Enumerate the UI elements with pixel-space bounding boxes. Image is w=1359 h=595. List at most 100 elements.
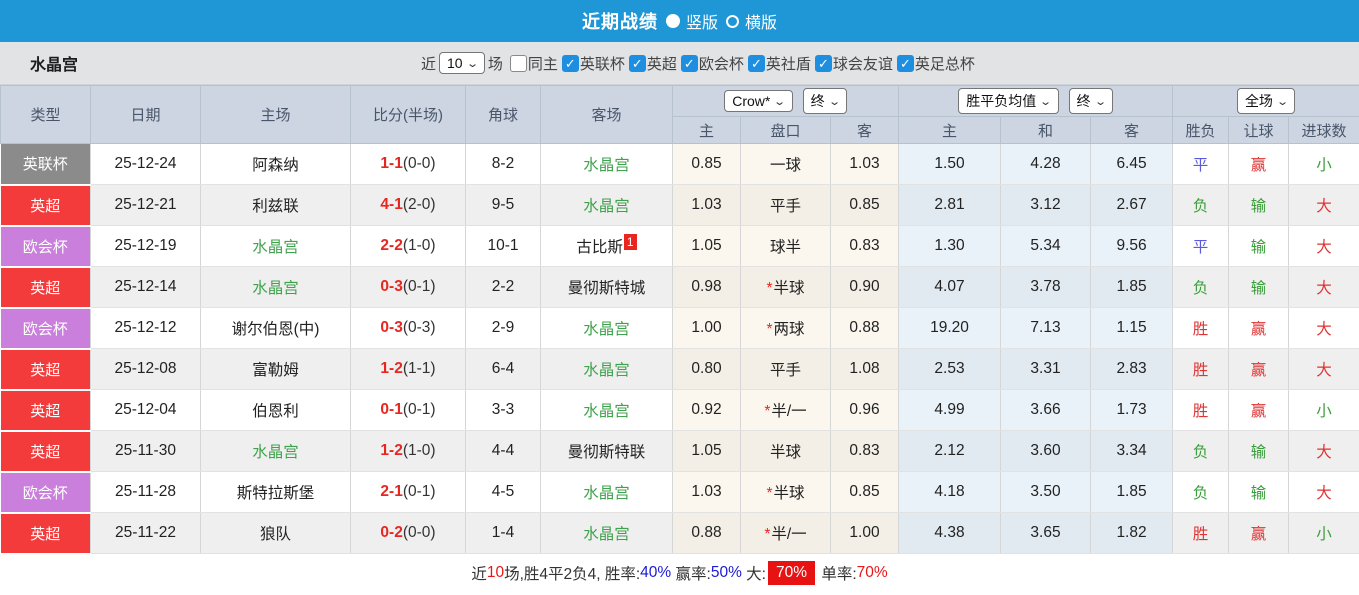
home-team-link[interactable]: 阿森纳 — [200, 143, 351, 185]
odds-company-select[interactable]: Crow* ⌄ — [724, 90, 793, 112]
handicap-home-odds: 0.88 — [672, 512, 741, 554]
checkbox-label[interactable]: 欧会杯 — [699, 53, 744, 74]
checkbox-checked-icon[interactable]: ✓ — [628, 54, 646, 72]
matches-label: 场 — [487, 55, 503, 73]
handicap-line: 半球 — [740, 430, 831, 472]
away-team-link[interactable]: 水晶宫 — [540, 348, 673, 390]
corner-score: 3-3 — [465, 389, 541, 431]
away-team-link[interactable]: 曼彻斯特联 — [540, 430, 673, 472]
radio-horizontal-layout[interactable]: 横版 — [726, 9, 777, 33]
league-type-badge: 英超 — [0, 390, 90, 430]
home-team-link[interactable]: 狼队 — [200, 512, 351, 554]
subcol-wdl: 胜负 — [1172, 116, 1230, 144]
col-header-away: 客场 — [540, 85, 673, 144]
league-type-cell: 英超 — [0, 348, 91, 391]
halftime-score: (0-0) — [402, 155, 436, 172]
filter-checkbox-球会友谊[interactable]: ✓ 球会友谊 — [811, 53, 893, 74]
home-team-link[interactable]: 谢尔伯恩(中) — [200, 307, 351, 349]
checkbox-label[interactable]: 英联杯 — [580, 53, 625, 74]
radio-vertical-layout[interactable]: 竖版 — [665, 9, 718, 33]
filter-checkbox-同主[interactable]: ✓同主 — [506, 53, 558, 74]
page-title: 近期战绩 — [581, 12, 658, 32]
win-odds: 2.12 — [898, 430, 1002, 472]
checkbox-checked-icon[interactable]: ✓ — [680, 54, 698, 72]
home-team-link[interactable]: 伯恩利 — [200, 389, 351, 431]
checkbox-checked-icon[interactable]: ✓ — [747, 54, 765, 72]
handicap-home-odds: 1.03 — [672, 471, 741, 513]
checkbox-unchecked-icon[interactable]: ✓ — [509, 54, 527, 72]
handicap-result: 输 — [1228, 430, 1290, 472]
checkbox-label[interactable]: 英超 — [647, 53, 677, 74]
corner-score: 4-5 — [465, 471, 541, 513]
home-team-link[interactable]: 水晶宫 — [200, 430, 351, 472]
win-odds: 1.50 — [898, 143, 1002, 185]
checkbox-label[interactable]: 球会友谊 — [833, 53, 893, 74]
home-team-link[interactable]: 斯特拉斯堡 — [200, 471, 351, 513]
home-team-link[interactable]: 水晶宫 — [200, 266, 351, 308]
footer-stat: 赢率: — [671, 566, 711, 583]
table-row: 英超 25-12-21 利兹联 4-1(2-0) 9-5 水晶宫 1.03 平手… — [0, 184, 1359, 227]
chevron-down-icon: ⌄ — [465, 57, 479, 70]
league-type-cell: 英超 — [0, 512, 91, 555]
results-table: 类型 日期 主场 比分(半场) 角球 客场 Crow* ⌄ 终 ⌄ 胜平负均值 … — [0, 85, 1359, 555]
handicap-dropdown-group: Crow* ⌄ 终 ⌄ — [671, 85, 900, 117]
lose-odds: 6.45 — [1090, 143, 1174, 185]
away-team-link[interactable]: 水晶宫 — [540, 389, 673, 431]
league-type-badge: 欧会杯 — [0, 472, 90, 512]
wdl-source-select[interactable]: 胜平负均值 ⌄ — [958, 88, 1059, 114]
radio-vertical-label[interactable]: 竖版 — [686, 9, 718, 33]
checkbox-checked-icon[interactable]: ✓ — [896, 54, 914, 72]
radio-horizontal-label[interactable]: 横版 — [745, 9, 777, 33]
halftime-score: (1-0) — [402, 442, 436, 459]
away-team-link[interactable]: 古比斯 1 — [540, 225, 673, 267]
filter-checkbox-英联杯[interactable]: ✓ 英联杯 — [558, 53, 625, 74]
away-team-link[interactable]: 曼彻斯特城 — [540, 266, 673, 308]
win-odds: 19.20 — [898, 307, 1002, 349]
handicap-home-odds: 1.03 — [672, 184, 741, 226]
radio-selected-icon[interactable] — [665, 14, 680, 28]
handicap-result: 赢 — [1228, 307, 1290, 349]
league-type-cell: 英超 — [0, 266, 91, 309]
filter-bar: 水晶宫 近 10 ⌄ 场 ✓同主✓英联杯✓英超✓欧会杯✓英社盾✓球会友谊✓英足总… — [0, 42, 1359, 85]
handicap-line: 平手 — [740, 348, 831, 390]
handicap-line: 平手 — [740, 184, 831, 226]
home-team-link[interactable]: 富勒姆 — [200, 348, 351, 390]
match-date: 25-12-19 — [90, 225, 201, 267]
away-team-link[interactable]: 水晶宫 — [540, 184, 673, 226]
checkbox-checked-icon[interactable]: ✓ — [814, 54, 832, 72]
checkbox-label[interactable]: 同主 — [528, 53, 558, 74]
footer-stat: 40% — [640, 564, 672, 581]
handicap-away-odds: 0.85 — [830, 184, 900, 226]
away-team-link[interactable]: 水晶宫 — [540, 512, 673, 554]
handicap-away-odds: 0.83 — [830, 225, 900, 267]
away-team-link[interactable]: 水晶宫 — [540, 307, 673, 349]
scope-select[interactable]: 全场 ⌄ — [1236, 88, 1296, 114]
corner-score: 1-4 — [465, 512, 541, 554]
home-team-link[interactable]: 利兹联 — [200, 184, 351, 226]
wdl-result: 平 — [1172, 143, 1230, 185]
score-cell: 0-2(0-0) — [350, 512, 466, 554]
table-row: 欧会杯 25-11-28 斯特拉斯堡 2-1(0-1) 4-5 水晶宫 1.03… — [0, 471, 1359, 514]
handicap-result: 赢 — [1228, 348, 1290, 390]
filter-checkbox-英足总杯[interactable]: ✓ 英足总杯 — [893, 53, 975, 74]
footer-stat: 胜率: — [604, 566, 641, 583]
filter-checkbox-英社盾[interactable]: ✓ 英社盾 — [744, 53, 811, 74]
radio-unselected-icon[interactable] — [726, 14, 739, 28]
subcol-eu-home: 主 — [898, 116, 1002, 144]
checkbox-label[interactable]: 英社盾 — [766, 53, 811, 74]
filter-checkbox-欧会杯[interactable]: ✓ 欧会杯 — [677, 53, 744, 74]
checkbox-checked-icon[interactable]: ✓ — [561, 54, 579, 72]
score-cell: 2-2(1-0) — [350, 225, 466, 267]
handicap-time-select[interactable]: 终 ⌄ — [802, 88, 847, 114]
asterisk-marker: * — [766, 321, 773, 338]
recent-count-select[interactable]: 10 ⌄ — [439, 52, 485, 74]
league-type-badge: 英超 — [0, 513, 90, 553]
away-team-link[interactable]: 水晶宫 — [540, 143, 673, 185]
footer-stat: 单率: — [817, 566, 857, 583]
home-team-link[interactable]: 水晶宫 — [200, 225, 351, 267]
halftime-score: (0-1) — [402, 401, 436, 418]
away-team-link[interactable]: 水晶宫 — [540, 471, 673, 513]
filter-checkbox-英超[interactable]: ✓ 英超 — [625, 53, 677, 74]
wdl-time-select[interactable]: 终 ⌄ — [1068, 88, 1113, 114]
checkbox-label[interactable]: 英足总杯 — [915, 53, 975, 74]
